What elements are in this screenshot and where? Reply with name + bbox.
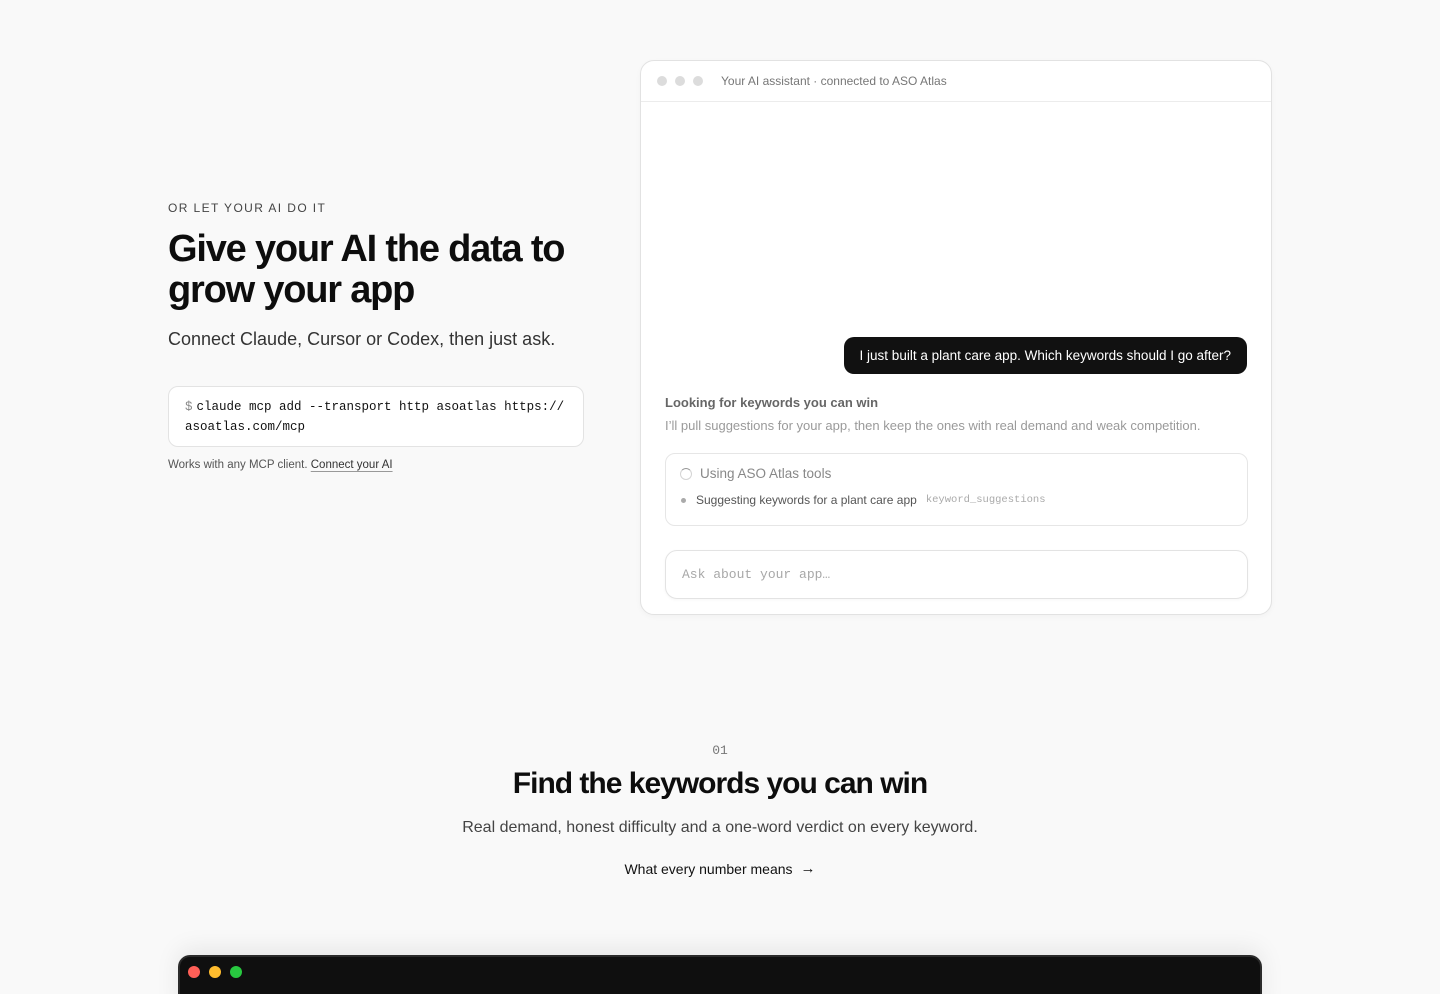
section-subtitle: Real demand, honest difficulty and a one… bbox=[462, 819, 978, 836]
assistant-reply-text: I’ll pull suggestions for your app, then… bbox=[665, 418, 1201, 433]
chat-titlebar: Your AI assistant · connected to ASO Atl… bbox=[641, 61, 1271, 102]
connect-ai-link[interactable]: Connect your AI bbox=[311, 459, 393, 471]
works-with-text: Works with any MCP client. bbox=[168, 459, 308, 471]
chat-title: Your AI assistant · connected to ASO Atl… bbox=[721, 74, 947, 88]
number-meaning-link[interactable]: What every number means → bbox=[624, 860, 815, 877]
section-title: Find the keywords you can win bbox=[512, 767, 928, 800]
ai-chat-window: Your AI assistant · connected to ASO Atl… bbox=[640, 60, 1272, 615]
maximize-dot-icon[interactable] bbox=[230, 966, 242, 978]
install-command[interactable]: claude mcp add --transport http asoatlas… bbox=[185, 400, 564, 434]
bullet-icon bbox=[681, 497, 686, 503]
install-command-box[interactable]: $ claude mcp add --transport http asoatla… bbox=[168, 386, 584, 447]
app-preview-window bbox=[178, 955, 1262, 994]
eyebrow-label: OR LET YOUR AI DO IT bbox=[168, 201, 327, 215]
minimize-dot-icon[interactable] bbox=[209, 966, 221, 978]
features-section: 01 Find the keywords you can win Real de… bbox=[0, 743, 1440, 879]
hero-section: OR LET YOUR AI DO IT Give your AI the da… bbox=[168, 201, 588, 471]
works-with-note: Works with any MCP client. Connect your … bbox=[168, 459, 588, 471]
user-message-bubble: I just built a plant care app. Which key… bbox=[843, 337, 1247, 374]
number-meaning-link-label: What every number means bbox=[624, 860, 793, 877]
section-number: 01 bbox=[712, 743, 728, 758]
tool-activity-title: Using ASO Atlas tools bbox=[700, 466, 832, 481]
tool-step-row: Suggesting keywords for a plant care app… bbox=[680, 493, 1233, 507]
tool-activity-header: Using ASO Atlas tools bbox=[680, 466, 1233, 481]
tool-activity-panel: Using ASO Atlas tools Suggesting keyword… bbox=[665, 453, 1248, 526]
window-dot-icon bbox=[693, 76, 703, 86]
window-dot-icon bbox=[675, 76, 685, 86]
hero-subtitle: Connect Claude, Cursor or Codex, then ju… bbox=[168, 329, 556, 349]
command-prompt: $ bbox=[185, 400, 193, 414]
tool-name-code: keyword_suggestions bbox=[925, 494, 1046, 506]
close-dot-icon[interactable] bbox=[188, 966, 200, 978]
tool-step-label: Suggesting keywords for a plant care app bbox=[696, 493, 917, 507]
assistant-reply-heading: Looking for keywords you can win bbox=[665, 395, 879, 410]
chat-input[interactable] bbox=[665, 550, 1248, 599]
window-dot-icon bbox=[657, 76, 667, 86]
loading-spinner-icon bbox=[680, 467, 692, 480]
arrow-right-icon: → bbox=[800, 860, 816, 877]
hero-title: Give your AI the data to grow your app bbox=[168, 228, 566, 311]
